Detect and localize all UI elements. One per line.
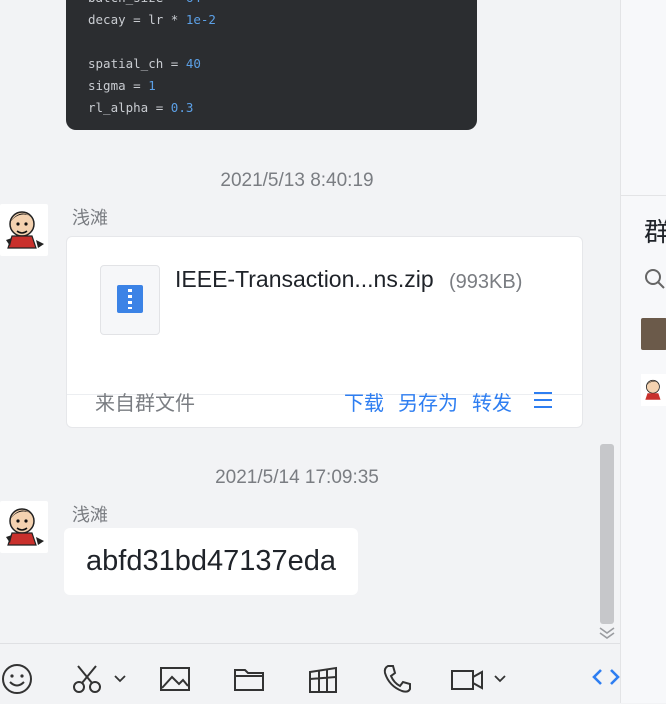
code-line: decay = lr * 1e-2 bbox=[88, 12, 216, 27]
code-icon[interactable] bbox=[592, 667, 620, 693]
file-actions: 下载 另存为 转发 bbox=[344, 387, 554, 416]
file-size: (993KB) bbox=[449, 271, 523, 293]
code-message: batch_size = 64 decay = lr * 1e-2 spatia… bbox=[66, 0, 477, 130]
code-line: batch_size = 64 bbox=[88, 0, 201, 5]
phone-icon[interactable] bbox=[380, 662, 414, 696]
cartoon-avatar-icon bbox=[6, 211, 44, 249]
sender-name: 浅滩 bbox=[72, 208, 108, 228]
file-card[interactable]: IEEE-Transaction...ns.zip (993KB) 来自群文件 … bbox=[66, 236, 583, 428]
zip-file-icon bbox=[100, 265, 160, 335]
code-line: spatial_ch = 40 bbox=[88, 56, 201, 71]
save-as-button[interactable]: 另存为 bbox=[398, 387, 458, 416]
chevron-down-icon[interactable] bbox=[114, 672, 126, 686]
scrollbar[interactable] bbox=[600, 444, 614, 624]
message-timestamp: 2021/5/14 17:09:35 bbox=[215, 467, 379, 488]
message-timestamp: 2021/5/13 8:40:19 bbox=[220, 170, 374, 191]
avatar[interactable] bbox=[0, 501, 48, 553]
menu-icon[interactable] bbox=[532, 389, 554, 411]
divider bbox=[621, 195, 666, 196]
input-toolbar bbox=[0, 643, 620, 704]
chevron-down-icon[interactable] bbox=[494, 672, 506, 686]
chat-area: batch_size = 64 decay = lr * 1e-2 spatia… bbox=[0, 0, 620, 643]
scissors-icon[interactable] bbox=[70, 662, 104, 696]
image-icon[interactable] bbox=[158, 662, 192, 696]
avatar[interactable] bbox=[0, 204, 48, 256]
file-source: 来自群文件 bbox=[95, 393, 195, 415]
code-line: rl_alpha = 0.3 bbox=[88, 100, 194, 115]
member-avatar[interactable] bbox=[641, 318, 666, 350]
gift-icon[interactable] bbox=[306, 662, 340, 696]
file-name[interactable]: IEEE-Transaction...ns.zip bbox=[175, 266, 434, 293]
emoji-icon[interactable] bbox=[0, 662, 34, 696]
cartoon-avatar-icon bbox=[6, 508, 44, 546]
search-icon[interactable] bbox=[644, 268, 666, 295]
panel-title: 群 bbox=[644, 217, 666, 247]
member-avatar[interactable] bbox=[641, 374, 666, 406]
right-panel bbox=[620, 0, 666, 703]
video-icon[interactable] bbox=[450, 662, 484, 696]
folder-icon[interactable] bbox=[232, 662, 266, 696]
scroll-to-bottom-icon[interactable] bbox=[598, 626, 616, 643]
text-message-bubble[interactable]: abfd31bd47137eda bbox=[64, 528, 358, 595]
sender-name: 浅滩 bbox=[72, 505, 108, 525]
download-button[interactable]: 下载 bbox=[344, 387, 384, 416]
code-line: sigma = 1 bbox=[88, 78, 156, 93]
forward-button[interactable]: 转发 bbox=[472, 387, 512, 416]
